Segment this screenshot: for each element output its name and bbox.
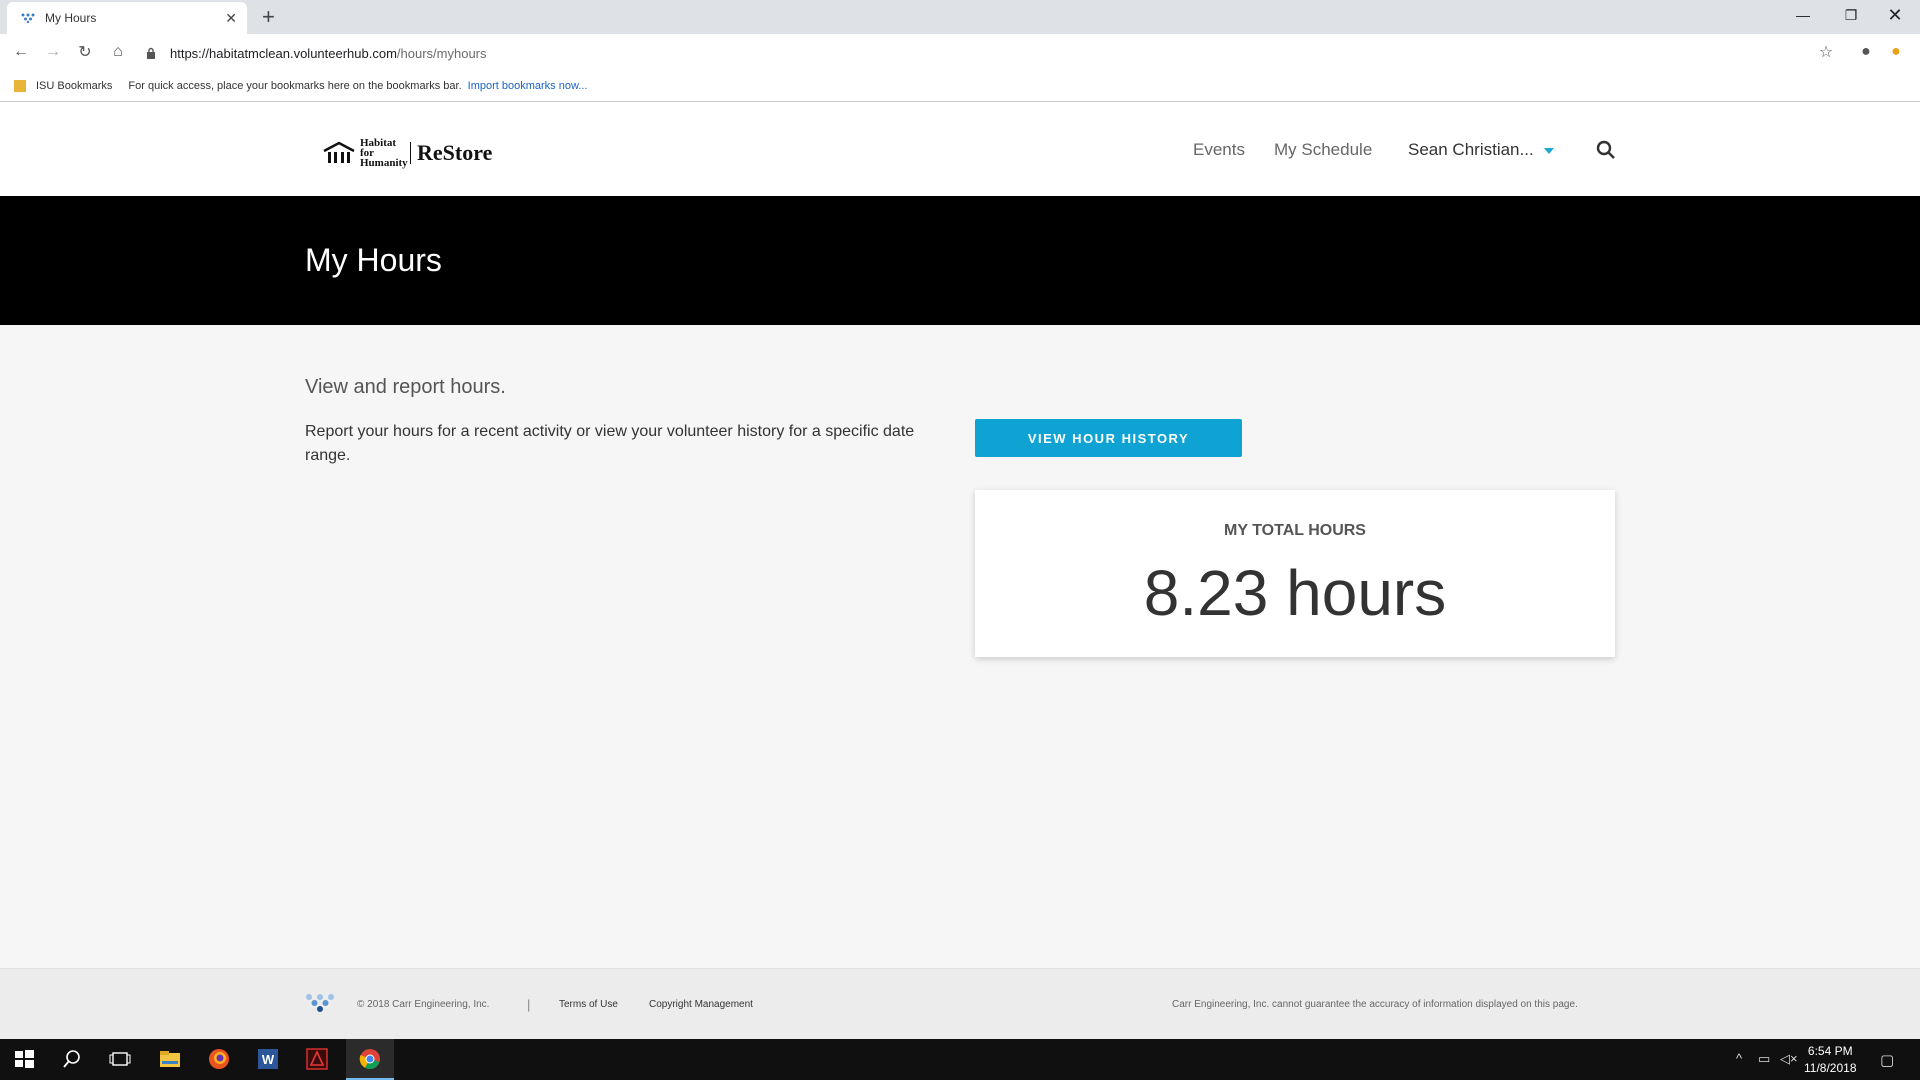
- restore-icon[interactable]: ❐: [1828, 0, 1874, 30]
- clock-time: 6:54 PM: [1807, 1044, 1853, 1058]
- view-hour-history-button[interactable]: VIEW HOUR HISTORY: [975, 419, 1242, 457]
- network-icon[interactable]: ▭: [1758, 1051, 1770, 1067]
- bookmark-folder-icon: [14, 79, 26, 92]
- bookmark-folder-isu[interactable]: ISU Bookmarks: [36, 80, 112, 92]
- page-title: My Hours: [305, 242, 442, 278]
- lock-icon: [147, 47, 155, 59]
- windows-start-icon[interactable]: [12, 1047, 36, 1071]
- firefox-icon[interactable]: [207, 1047, 231, 1071]
- copyright-management-link[interactable]: Copyright Management: [649, 999, 753, 1010]
- tray-overflow-icon[interactable]: ^: [1736, 1051, 1742, 1066]
- footer-divider: |: [527, 997, 531, 1012]
- import-bookmarks-link[interactable]: Import bookmarks now...: [468, 80, 588, 92]
- intro-description: Report your hours for a recent activity …: [305, 423, 915, 464]
- bookmark-star-icon[interactable]: ☆: [1814, 40, 1838, 64]
- volume-muted-icon[interactable]: ◁×: [1780, 1051, 1798, 1067]
- nav-events[interactable]: Events: [1193, 140, 1245, 160]
- total-hours-label: MY TOTAL HOURS: [1224, 522, 1366, 539]
- reload-icon[interactable]: ↻: [73, 40, 97, 64]
- action-center-icon[interactable]: ▢: [1880, 1051, 1894, 1069]
- clock-date: 11/8/2018: [1804, 1061, 1857, 1075]
- task-view-icon[interactable]: [108, 1047, 132, 1071]
- user-menu[interactable]: Sean Christian...: [1408, 140, 1554, 160]
- tab-close-icon[interactable]: ✕: [225, 10, 237, 27]
- logo-habitat-text: Habitat for Humanity: [360, 137, 408, 169]
- new-tab-icon[interactable]: +: [262, 4, 275, 30]
- browser-tab-title: My Hours: [45, 11, 97, 25]
- chevron-down-icon: [1543, 147, 1554, 154]
- chrome-icon[interactable]: [358, 1047, 382, 1071]
- word-icon[interactable]: W: [256, 1047, 280, 1071]
- browser-tab[interactable]: My Hours ✕: [7, 2, 247, 34]
- file-explorer-icon[interactable]: [158, 1047, 182, 1071]
- url-path: /hours/myhours: [396, 45, 487, 61]
- bookmarks-bar: ISU Bookmarks For quick access, place yo…: [0, 70, 1920, 102]
- total-hours-card: MY TOTAL HOURS 8.23 hours: [975, 490, 1615, 657]
- forward-icon[interactable]: →: [41, 40, 65, 64]
- acrobat-icon[interactable]: [305, 1047, 329, 1071]
- svg-text:W: W: [262, 1052, 275, 1067]
- user-name: Sean Christian...: [1408, 140, 1534, 159]
- footer-disclaimer: Carr Engineering, Inc. cannot guarantee …: [1172, 999, 1578, 1010]
- search-icon[interactable]: [60, 1047, 84, 1071]
- volunteerhub-logo-icon: [306, 994, 334, 1012]
- intro-heading: View and report hours.: [305, 376, 506, 398]
- back-icon[interactable]: ←: [9, 40, 33, 64]
- site-header: Habitat for Humanity ReStore Events My S…: [0, 102, 1920, 196]
- habitat-house-logo-icon: [323, 141, 355, 163]
- site-footer: © 2018 Carr Engineering, Inc. | Terms of…: [0, 968, 1920, 1039]
- total-hours-value: 8.23 hours: [1143, 557, 1447, 629]
- url-host: https://habitatmclean.volunteerhub.com: [170, 45, 397, 61]
- url-text: https://habitatmclean.volunteerhub.com/h…: [170, 46, 487, 61]
- habitat-restore-logo[interactable]: Habitat for Humanity ReStore: [322, 137, 493, 169]
- update-alert-icon[interactable]: ●: [1884, 40, 1908, 64]
- logo-divider: [410, 142, 411, 164]
- footer-copyright: © 2018 Carr Engineering, Inc.: [357, 999, 490, 1010]
- volunteerhub-favicon-icon: [21, 13, 35, 23]
- window-close-icon[interactable]: ✕: [1872, 0, 1918, 30]
- address-bar[interactable]: https://habitatmclean.volunteerhub.com/h…: [146, 40, 1826, 66]
- bookmarks-hint: For quick access, place your bookmarks h…: [128, 79, 462, 92]
- nav-my-schedule[interactable]: My Schedule: [1274, 140, 1372, 160]
- logo-restore-text: ReStore: [417, 140, 493, 165]
- profile-icon[interactable]: ●: [1854, 40, 1878, 64]
- terms-of-use-link[interactable]: Terms of Use: [559, 999, 618, 1010]
- home-icon[interactable]: ⌂: [106, 40, 130, 64]
- search-icon[interactable]: [1596, 140, 1616, 160]
- minimize-icon[interactable]: —: [1780, 0, 1826, 30]
- windows-taskbar: W ^ ▭ ◁× 6:54 PM 11/8/2018 ▢: [0, 1039, 1920, 1080]
- system-clock[interactable]: 6:54 PM 11/8/2018: [1804, 1043, 1857, 1077]
- browser-tab-strip: My Hours ✕ + — ❐ ✕: [0, 0, 1920, 34]
- page-banner: My Hours: [0, 196, 1920, 325]
